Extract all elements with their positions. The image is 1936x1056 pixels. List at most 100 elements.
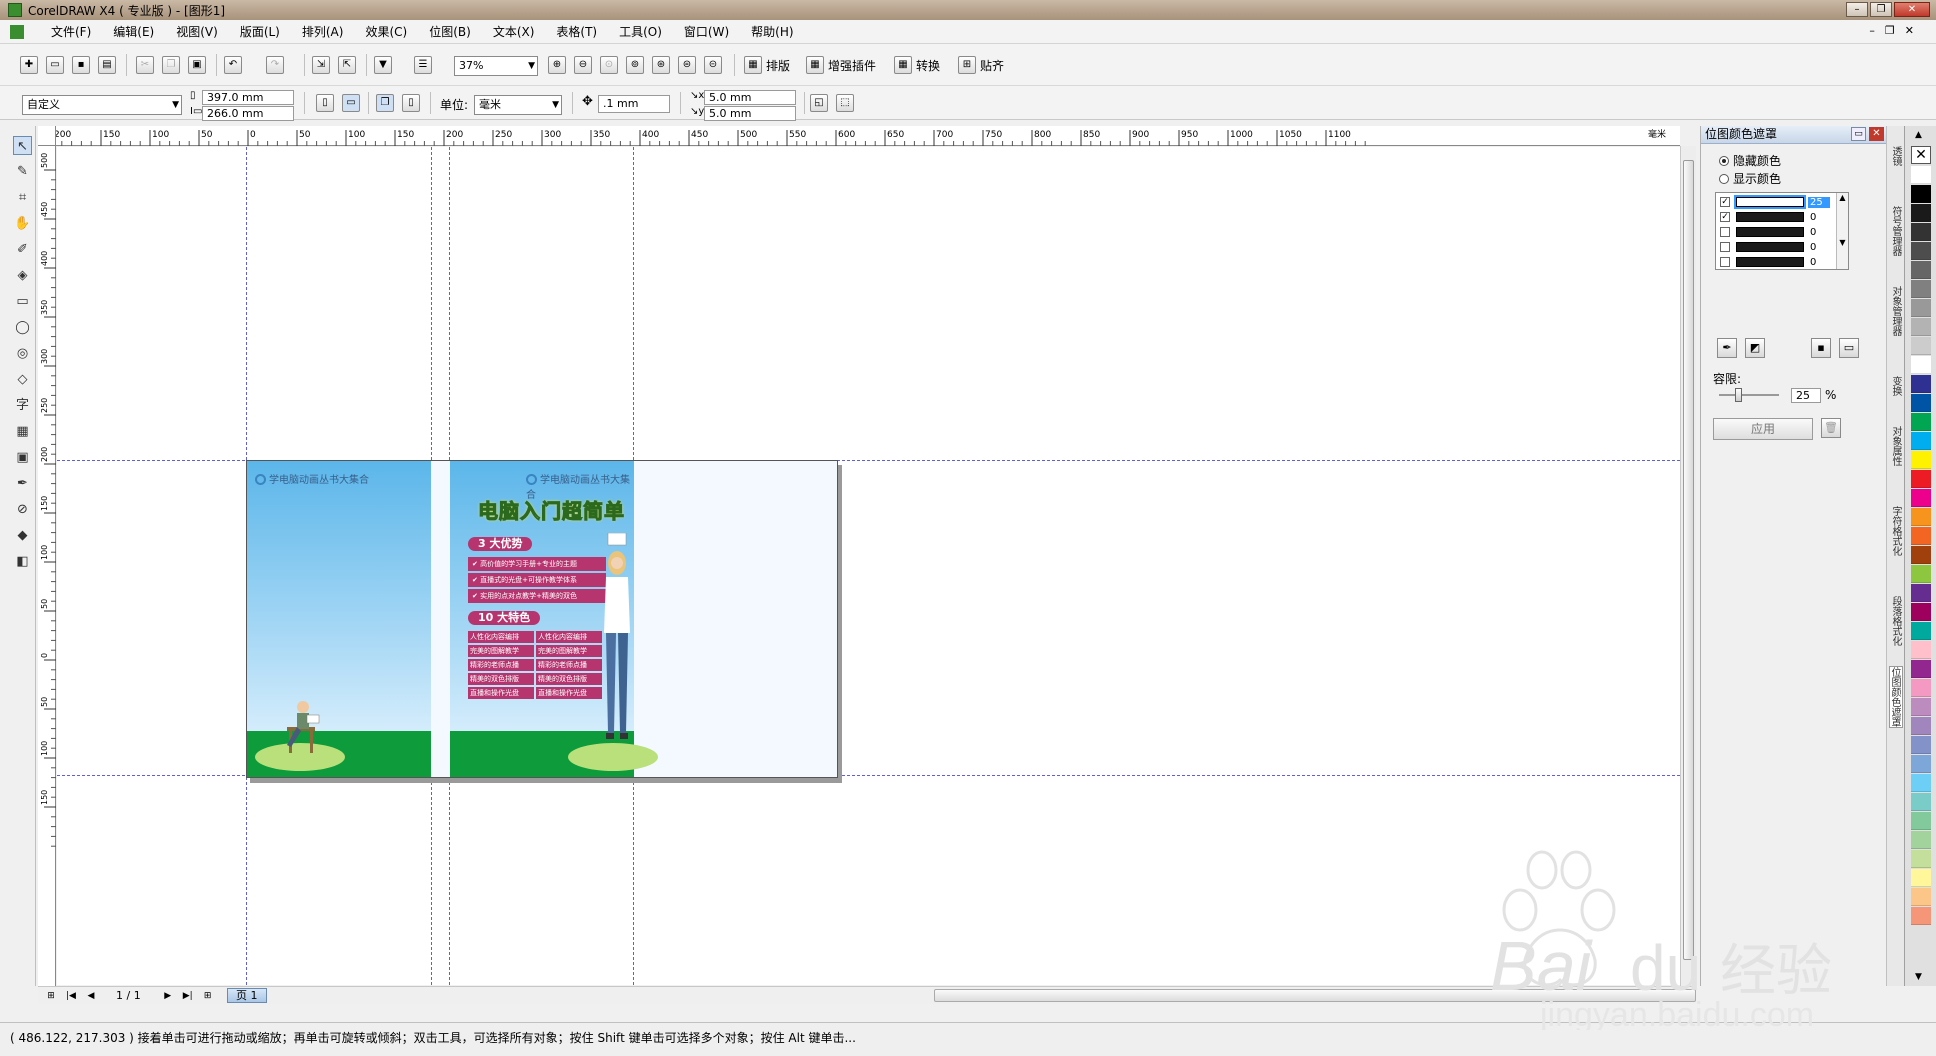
palette-swatch[interactable] [1911, 603, 1931, 621]
menu-arrange[interactable]: 排列(A) [291, 23, 355, 40]
palette-swatch[interactable] [1911, 641, 1931, 659]
tolerance-slider-thumb[interactable] [1735, 388, 1742, 402]
redo-button[interactable]: ↷ [266, 55, 284, 75]
docker-tab[interactable]: 变换 [1889, 376, 1903, 396]
show-colors-radio[interactable]: 显示颜色 [1719, 170, 1781, 187]
color-list-scrollbar[interactable]: ▲ ▼ [1836, 193, 1848, 269]
docker-tab[interactable]: 透镜 [1889, 146, 1903, 166]
page-width-input[interactable]: 397.0 mm [202, 90, 294, 105]
palette-swatch[interactable] [1911, 508, 1931, 526]
zoom-page-button[interactable]: ⊛ [652, 55, 670, 75]
hide-colors-radio[interactable]: 隐藏颜色 [1719, 152, 1781, 169]
docker-minimize-button[interactable]: ▭ [1851, 127, 1866, 141]
mask-color-row[interactable]: 0 [1720, 226, 1830, 238]
mask-color-row[interactable]: ✓ 0 [1720, 211, 1830, 223]
palette-swatch[interactable] [1911, 660, 1931, 678]
vertical-ruler[interactable]: 500 450 400 350 300 250 200 150 100 50 0 50 100 150 [38, 146, 56, 986]
front-cover-image[interactable]: 学电脑动画丛书大集合 电脑入门超简单 3 大优势 ✔ 高价值的学习手册+专业的主… [450, 461, 658, 777]
unit-combo[interactable]: 毫米 ▼ [474, 95, 562, 115]
welcome-screen-button[interactable]: ☰ [414, 55, 432, 75]
import-button[interactable]: ⇲ [312, 55, 330, 75]
palette-swatch[interactable] [1911, 717, 1931, 735]
palette-swatch[interactable] [1911, 584, 1931, 602]
smart-fill-tool-icon[interactable]: ◈ [13, 266, 32, 285]
zoom-in-button[interactable]: ⊕ [548, 55, 566, 75]
palette-swatch[interactable] [1911, 812, 1931, 830]
duplicate-y-input[interactable]: 5.0 mm [704, 106, 796, 121]
current-page-button[interactable]: ▯ [402, 93, 420, 113]
table-tool-icon[interactable]: ▦ [13, 422, 32, 441]
menu-effects[interactable]: 效果(C) [354, 23, 418, 40]
open-button[interactable]: ▭ [46, 55, 64, 75]
palette-swatch[interactable] [1911, 546, 1931, 564]
duplicate-x-input[interactable]: 5.0 mm [704, 90, 796, 105]
horizontal-ruler[interactable]: 200 150 100 50 0 50 100 150 200 250 300 350 400 450 50… [51, 126, 1680, 146]
mask-color-list[interactable]: ✓ 25 ✓ 0 0 0 0 ▲ ▼ [1715, 192, 1849, 270]
treat-as-filled-button[interactable]: ◱ [810, 93, 828, 113]
menu-edit[interactable]: 编辑(E) [102, 23, 165, 40]
portrait-button[interactable]: ▯ [316, 93, 334, 113]
palette-swatch[interactable] [1911, 489, 1931, 507]
palette-swatch[interactable] [1911, 280, 1931, 298]
palette-swatch[interactable] [1911, 698, 1931, 716]
menu-table[interactable]: 表格(T) [545, 23, 608, 40]
back-cover-image[interactable]: 学电脑动画丛书大集合 [247, 461, 431, 777]
all-pages-button[interactable]: ❐ [376, 93, 394, 113]
interactive-fill-tool-icon[interactable]: ◧ [13, 552, 32, 571]
mask-color-row[interactable]: 0 [1720, 241, 1830, 253]
ruler-origin[interactable] [38, 126, 56, 146]
hand-tool-icon[interactable]: ✋ [13, 214, 32, 233]
palette-swatch[interactable] [1911, 736, 1931, 754]
palette-swatch[interactable] [1911, 413, 1931, 431]
next-page-icon[interactable]: ▶ [161, 991, 175, 1001]
first-page-icon[interactable]: |◀ [64, 991, 78, 1001]
menu-help[interactable]: 帮助(H) [740, 23, 804, 40]
palette-swatch[interactable] [1911, 793, 1931, 811]
text-tool-icon[interactable]: 字 [13, 396, 32, 415]
docker-tab[interactable]: 对象管理器 [1889, 286, 1903, 336]
close-window-button[interactable]: ✕ [1894, 2, 1930, 17]
snap-toolbar-button[interactable]: ⊞ 贴齐 [958, 55, 1004, 75]
menu-layout[interactable]: 版面(L) [229, 23, 291, 40]
tolerance-input[interactable]: 25 [1791, 388, 1821, 403]
palette-swatch[interactable] [1911, 907, 1931, 925]
docker-tab[interactable]: 段落格式化 [1889, 596, 1903, 646]
vertical-scrollbar-thumb[interactable] [1683, 160, 1694, 960]
palette-swatch[interactable] [1911, 527, 1931, 545]
mask-color-checkbox[interactable] [1720, 257, 1730, 267]
zoom-selected-button[interactable]: ⊙ [600, 55, 618, 75]
menu-file[interactable]: 文件(F) [40, 23, 102, 40]
last-page-icon[interactable]: ▶| [181, 991, 195, 1001]
interactive-blend-tool-icon[interactable]: ▣ [13, 448, 32, 467]
minimize-button[interactable]: – [1846, 2, 1868, 17]
palette-swatch[interactable] [1911, 888, 1931, 906]
palette-swatch[interactable] [1911, 204, 1931, 222]
docker-close-button[interactable]: ✕ [1869, 127, 1884, 141]
spiral-tool-icon[interactable]: ◎ [13, 344, 32, 363]
restore-button[interactable]: ❐ [1870, 2, 1892, 17]
palette-swatch[interactable] [1911, 375, 1931, 393]
docker-tab[interactable]: 位图颜色遮罩 [1889, 666, 1903, 728]
palette-swatch[interactable] [1911, 318, 1931, 336]
palette-swatch[interactable] [1911, 185, 1931, 203]
palette-swatch[interactable] [1911, 451, 1931, 469]
mask-color-row[interactable]: ✓ 25 [1720, 195, 1830, 209]
edit-color-button[interactable]: ◩ [1745, 338, 1765, 358]
landscape-button[interactable]: ▭ [342, 93, 360, 113]
docker-tab[interactable]: 符号管理器 [1889, 206, 1903, 256]
palette-swatch[interactable] [1911, 470, 1931, 488]
palette-swatch[interactable] [1911, 831, 1931, 849]
apply-button[interactable]: 应用 [1713, 418, 1813, 440]
menu-view[interactable]: 视图(V) [165, 23, 229, 40]
paper-preset-combo[interactable]: 自定义 ▼ [22, 95, 182, 115]
horizontal-scrollbar[interactable] [934, 989, 1696, 1002]
application-launcher-button[interactable]: ▼ [374, 55, 392, 75]
palette-swatch[interactable] [1911, 242, 1931, 260]
outline-tool-icon[interactable]: ⊘ [13, 500, 32, 519]
mask-color-row[interactable]: 0 [1720, 256, 1830, 268]
add-page-after-icon[interactable]: ⊞ [201, 991, 215, 1001]
palette-swatch[interactable] [1911, 774, 1931, 792]
palette-swatch[interactable] [1911, 299, 1931, 317]
palette-swatch[interactable] [1911, 869, 1931, 887]
eyedropper-tool-icon[interactable]: ✒ [13, 474, 32, 493]
